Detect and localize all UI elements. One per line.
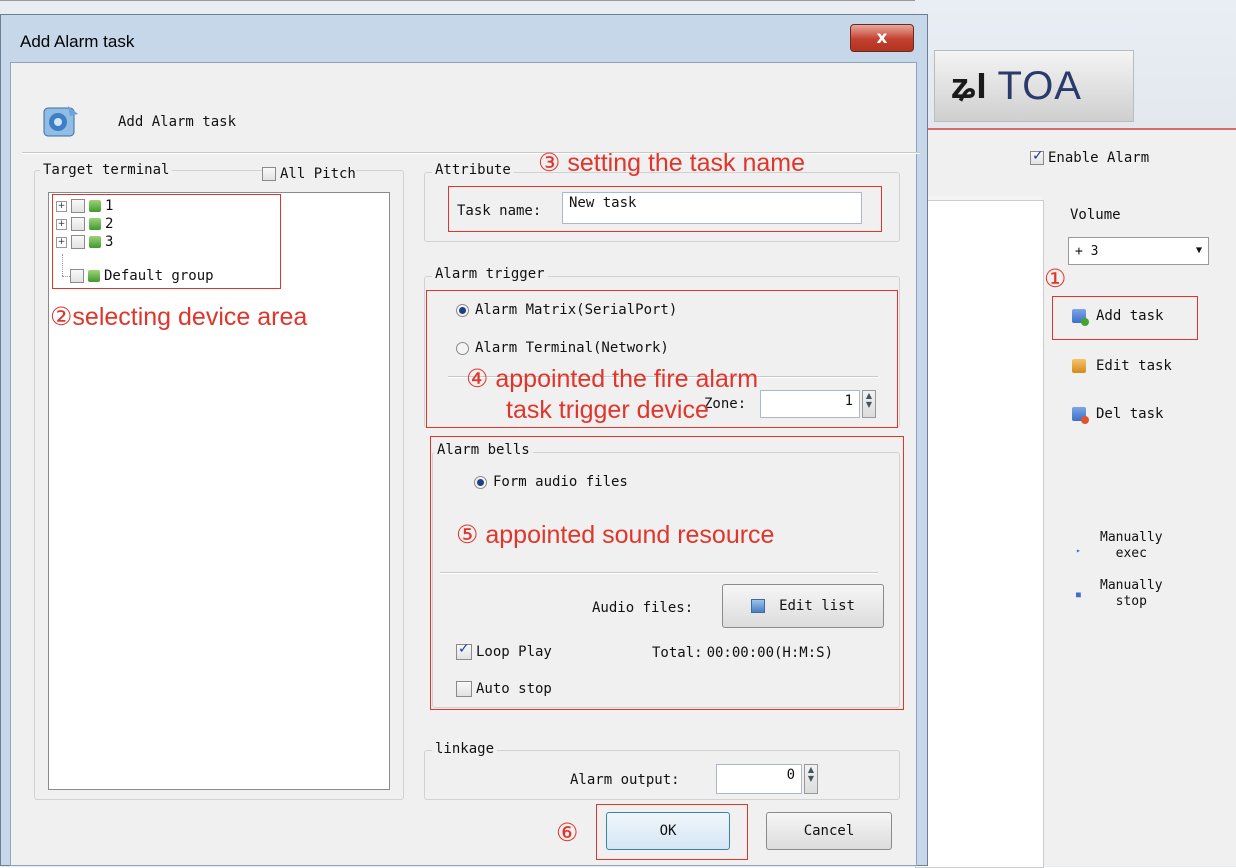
annotation-4-line2: task trigger device bbox=[506, 396, 709, 424]
annotation-4-line1: ④ appointed the fire alarm bbox=[466, 365, 759, 393]
annotation-5: ⑤ appointed sound resource bbox=[456, 521, 775, 549]
edit-task-button[interactable]: Edit task bbox=[1072, 358, 1172, 374]
toa-logo: ʑI TOA bbox=[934, 50, 1134, 122]
all-pitch-checkbox[interactable]: All Pitch bbox=[262, 166, 356, 182]
alarm-output-input[interactable]: 0 bbox=[716, 764, 802, 794]
alarm-trigger-label: Alarm trigger bbox=[432, 266, 548, 282]
annotation-3: ③ setting the task name bbox=[538, 149, 805, 177]
manually-exec-bullet-icon: ▸ bbox=[1076, 546, 1081, 555]
linkage-label: linkage bbox=[432, 741, 498, 757]
annotation-1: ① bbox=[1044, 265, 1067, 293]
dialog-header-title: Add Alarm task bbox=[118, 114, 237, 130]
dialog-window-title: Add Alarm task bbox=[20, 32, 135, 51]
attribute-label: Attribute bbox=[432, 162, 514, 178]
annotation-box-device-area bbox=[52, 194, 281, 289]
enable-alarm-checkbox[interactable]: Enable Alarm bbox=[1030, 148, 1149, 166]
dropdown-arrow-icon: ▼ bbox=[1195, 245, 1202, 256]
alarm-output-label: Alarm output: bbox=[570, 772, 680, 788]
annotation-2: ②selecting device area bbox=[50, 303, 308, 331]
checkbox-unchecked-icon bbox=[262, 167, 276, 181]
checkbox-checked-icon bbox=[1030, 148, 1044, 165]
target-terminal-label: Target terminal bbox=[40, 162, 173, 178]
volume-label: Volume bbox=[1070, 207, 1121, 223]
annotation-box-add-task bbox=[1052, 296, 1198, 340]
manually-stop-button[interactable]: Manually stop bbox=[1100, 578, 1163, 610]
annotation-box-sound bbox=[430, 436, 904, 710]
manually-stop-bullet-icon: ■ bbox=[1076, 590, 1081, 599]
annotation-box-ok bbox=[596, 804, 748, 860]
toa-mark-icon: ʑI bbox=[951, 65, 988, 106]
del-task-icon bbox=[1072, 407, 1089, 424]
annotation-box-task-name bbox=[448, 186, 882, 232]
manually-exec-button[interactable]: Manually exec bbox=[1100, 530, 1163, 562]
close-button[interactable]: x bbox=[850, 24, 914, 52]
cancel-button[interactable]: Cancel bbox=[766, 812, 892, 850]
edit-task-icon bbox=[1072, 359, 1086, 373]
task-list[interactable] bbox=[915, 200, 1044, 868]
alarm-output-spinner[interactable]: ▲ ▼ bbox=[804, 764, 818, 794]
alarm-task-icon bbox=[40, 100, 82, 142]
del-task-button[interactable]: Del task bbox=[1072, 406, 1163, 424]
volume-select[interactable]: + 3 ▼ bbox=[1068, 237, 1209, 265]
annotation-6: ⑥ bbox=[556, 819, 579, 847]
